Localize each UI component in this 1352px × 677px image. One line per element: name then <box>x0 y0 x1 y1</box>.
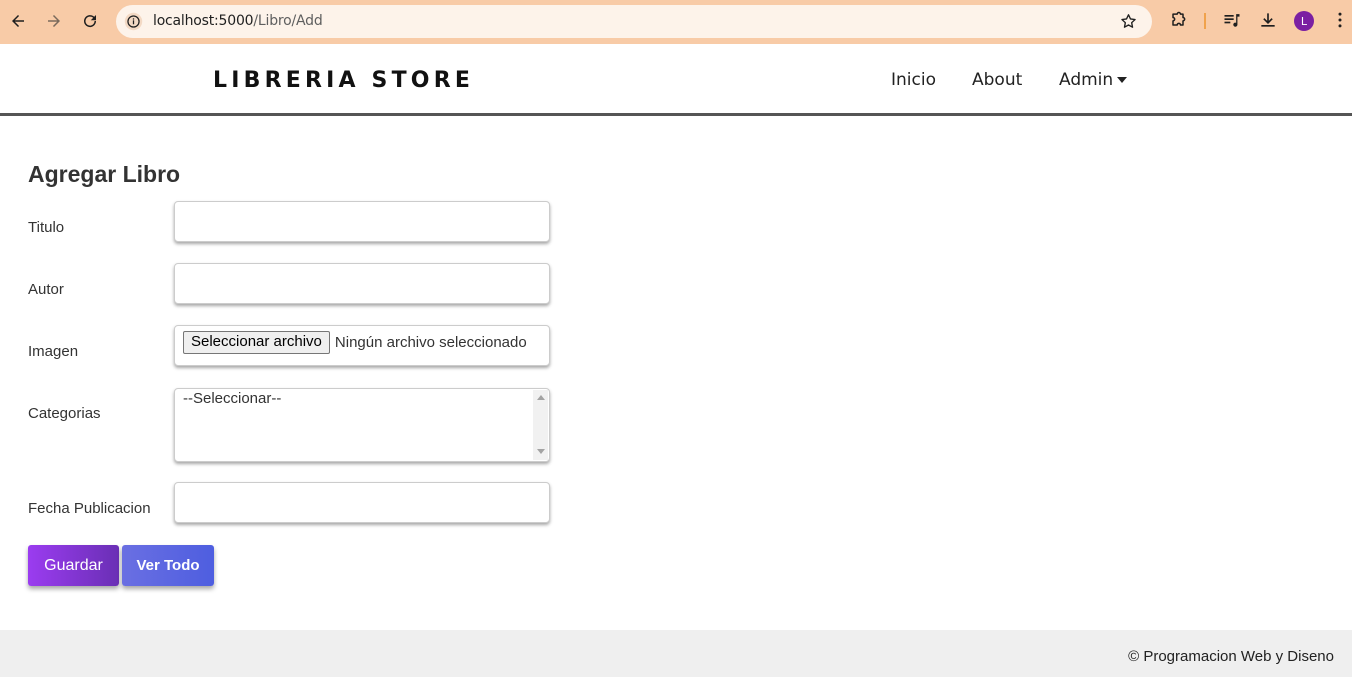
site-navbar: LIBRERIA STORE Inicio About Admin <box>0 44 1352 116</box>
autor-input[interactable] <box>174 263 550 304</box>
url-host: localhost:5000 <box>153 13 254 29</box>
media-queue-icon[interactable] <box>1222 10 1242 30</box>
url-path: /Libro/Add <box>253 13 323 29</box>
nav-link-about[interactable]: About <box>972 70 1022 90</box>
toolbar-divider <box>1204 13 1206 29</box>
arrow-right-icon <box>48 15 60 27</box>
extensions-puzzle-icon[interactable] <box>1168 10 1188 30</box>
brand-logo[interactable]: LIBRERIA STORE <box>213 68 474 93</box>
reload-button[interactable] <box>78 9 102 33</box>
scroll-down-arrow-icon[interactable] <box>537 449 545 454</box>
browser-toolbar: localhost:5000/Libro/Add L <box>0 0 1352 44</box>
scroll-up-arrow-icon[interactable] <box>537 395 545 400</box>
more-menu-icon[interactable] <box>1330 10 1350 30</box>
ver-todo-button[interactable]: Ver Todo <box>122 545 214 586</box>
download-icon[interactable] <box>1258 10 1278 30</box>
site-footer: © Programacion Web y Diseno <box>0 630 1352 677</box>
caret-down-icon <box>1117 77 1128 83</box>
imagen-label: Imagen <box>28 343 79 360</box>
fecha-publicacion-input[interactable] <box>174 482 550 523</box>
back-button[interactable] <box>6 9 30 33</box>
address-bar[interactable]: localhost:5000/Libro/Add <box>116 5 1152 38</box>
select-scrollbar[interactable] <box>533 390 548 460</box>
arrow-left-icon <box>12 15 24 27</box>
page-title: Agregar Libro <box>28 161 181 187</box>
titulo-input[interactable] <box>174 201 550 242</box>
url-text: localhost:5000/Libro/Add <box>153 13 323 29</box>
select-option[interactable]: --Seleccionar-- <box>183 390 281 407</box>
site-info-icon[interactable] <box>124 12 143 31</box>
choose-file-button[interactable]: Seleccionar archivo <box>183 331 330 354</box>
forward-button[interactable] <box>42 9 66 33</box>
guardar-button[interactable]: Guardar <box>28 545 119 586</box>
categorias-label: Categorias <box>28 405 101 422</box>
file-status-text: Ningún archivo seleccionado <box>334 334 527 351</box>
nav-admin-label: Admin <box>1059 70 1114 90</box>
nav-link-inicio[interactable]: Inicio <box>891 70 936 90</box>
autor-label: Autor <box>28 281 64 298</box>
reload-icon <box>84 15 97 28</box>
profile-avatar[interactable]: L <box>1294 11 1314 31</box>
bookmark-star-icon[interactable] <box>1119 12 1138 31</box>
imagen-file-input[interactable]: Seleccionar archivo Ningún archivo selec… <box>174 325 550 366</box>
titulo-label: Titulo <box>28 219 65 236</box>
nav-dropdown-admin[interactable]: Admin <box>1059 70 1128 90</box>
fecha-publicacion-label: Fecha Publicacion <box>28 500 151 517</box>
categorias-select[interactable]: --Seleccionar-- <box>174 388 550 462</box>
footer-copyright: © Programacion Web y Diseno <box>1128 648 1334 665</box>
